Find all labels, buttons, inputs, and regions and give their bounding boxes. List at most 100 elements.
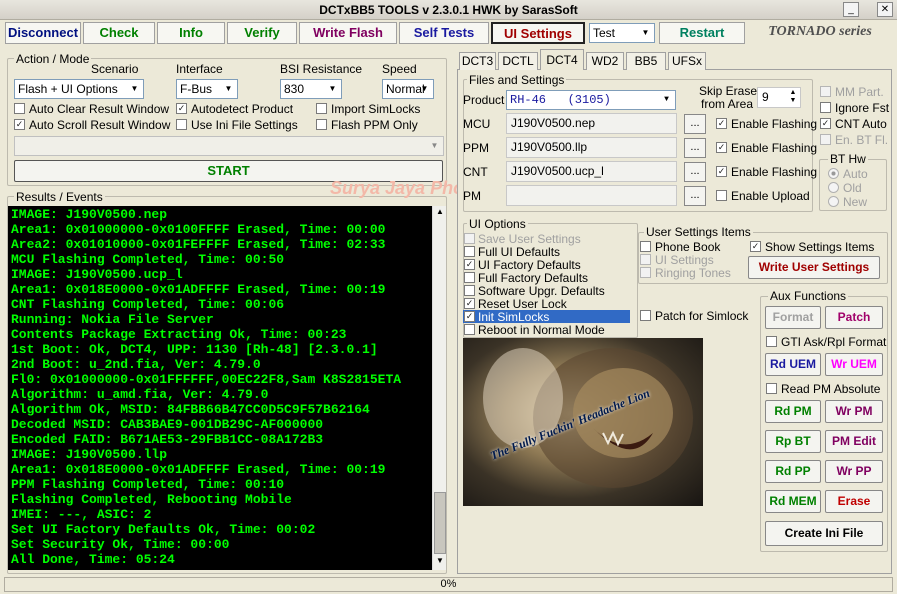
erase-button[interactable]: Erase [825,490,883,513]
cnt-enable-checkbox[interactable]: ✓ [716,166,727,177]
bt-new-radio[interactable] [828,196,839,207]
import-simlocks-checkbox[interactable] [316,103,327,114]
ui-option-checkbox[interactable] [464,324,475,335]
mcu-enable-checkbox[interactable]: ✓ [716,118,727,129]
chevron-down-icon[interactable]: ▼ [127,81,142,97]
scenario-select[interactable]: Flash + UI Options ▼ [14,79,144,99]
info-button[interactable]: Info [157,22,225,44]
auto-scroll-checkbox[interactable]: ✓ [14,119,25,130]
read-pm-abs-checkbox[interactable] [766,383,777,394]
action-mode-label: Action / Mode [14,52,92,66]
product-select[interactable]: RH-46 (3105) ▼ [506,90,676,110]
ui-option-checkbox[interactable]: ✓ [464,311,475,322]
write-flash-button[interactable]: Write Flash [299,22,397,44]
chevron-down-icon[interactable]: ▼ [659,92,674,108]
minimize-icon[interactable]: _ [843,2,859,17]
bsi-select[interactable]: 830 ▼ [280,79,342,99]
log-scrollbar[interactable]: ▲ ▼ [432,206,446,570]
ringing-tones-label: Ringing Tones [655,266,731,280]
log-line: Encoded FAID: B671AE53-29FBB1CC-08A172B3 [11,432,324,447]
write-user-settings-button[interactable]: Write User Settings [748,256,880,279]
flash-ppm-checkbox[interactable] [316,119,327,130]
verify-button[interactable]: Verify [227,22,297,44]
ignore-fst-checkbox[interactable] [820,102,831,113]
self-tests-button[interactable]: Self Tests [399,22,489,44]
tab-bb5[interactable]: BB5 [626,52,666,70]
rd-mem-button[interactable]: Rd MEM [765,490,821,513]
use-ini-checkbox[interactable] [176,119,187,130]
bt-old-radio[interactable] [828,182,839,193]
pm-edit-button[interactable]: PM Edit [825,430,883,453]
tab-wd2[interactable]: WD2 [586,52,624,70]
gti-checkbox[interactable] [766,336,777,347]
log-line: Fl0: 0x01000000-0x01FFFFFF,00EC22F8,Sam … [11,372,402,387]
rd-pp-button[interactable]: Rd PP [765,460,821,483]
tab-dct4[interactable]: DCT4 [540,49,584,70]
auto-clear-checkbox[interactable] [14,103,25,114]
pm-file-field[interactable] [506,185,677,206]
chevron-down-icon[interactable]: ▼ [638,25,653,41]
ui-option-checkbox[interactable] [464,285,475,296]
chevron-down-icon[interactable]: ▼ [221,81,236,97]
chevron-down-icon[interactable]: ▼ [427,138,442,154]
en-bt-fl-checkbox[interactable] [820,134,831,145]
skip-erase-label-2: from Area [701,97,754,111]
model-select[interactable]: ▼ [14,136,444,156]
cnt-browse-button[interactable]: ... [684,162,706,182]
rd-pm-button[interactable]: Rd PM [765,400,821,423]
close-icon[interactable]: ✕ [877,2,893,17]
mcu-browse-button[interactable]: ... [684,114,706,134]
test-combo[interactable]: Test ▼ [589,23,655,43]
tab-dctl[interactable]: DCTL [498,52,538,70]
cnt-auto-checkbox[interactable]: ✓ [820,118,831,129]
rp-bt-button[interactable]: Rp BT [765,430,821,453]
speed-select[interactable]: Normal ▼ [382,79,434,99]
mcu-file-field[interactable]: J190V0500.nep [506,113,677,134]
phone-book-checkbox[interactable] [640,241,651,252]
progress-text: 0% [440,578,457,590]
ui-option-checkbox[interactable] [464,272,475,283]
disconnect-button[interactable]: Disconnect [5,22,81,44]
log-line: IMAGE: J190V0500.llp [11,447,168,462]
patch-button[interactable]: Patch [825,306,883,329]
ui-option-checkbox[interactable] [464,233,475,244]
pm-upload-checkbox[interactable] [716,190,727,201]
skip-erase-spinner[interactable]: 9 ▲ ▼ [757,87,801,108]
restart-button[interactable]: Restart [659,22,745,44]
ui-settings-item-label: UI Settings [655,253,714,267]
ppm-enable-checkbox[interactable]: ✓ [716,142,727,153]
wr-pp-button[interactable]: Wr PP [825,460,883,483]
tab-ufsx[interactable]: UFSx [668,52,706,70]
ui-option-checkbox[interactable] [464,246,475,257]
check-button[interactable]: Check [83,22,155,44]
patch-simlock-checkbox[interactable] [640,310,651,321]
rd-uem-button[interactable]: Rd UEM [765,353,821,376]
tab-dct3[interactable]: DCT3 [459,52,496,70]
mm-part-checkbox[interactable] [820,86,831,97]
spinner-arrows-icon[interactable]: ▲ ▼ [787,89,799,105]
ui-option-checkbox[interactable]: ✓ [464,298,475,309]
scroll-thumb[interactable] [434,492,446,554]
pm-browse-button[interactable]: ... [684,186,706,206]
ui-settings-item-checkbox[interactable] [640,254,651,265]
ppm-browse-button[interactable]: ... [684,138,706,158]
autodetect-checkbox[interactable]: ✓ [176,103,187,114]
scroll-down-icon[interactable]: ▼ [434,556,446,568]
interface-select[interactable]: F-Bus ▼ [176,79,238,99]
create-ini-button[interactable]: Create Ini File [765,521,883,546]
ppm-file-field[interactable]: J190V0500.llp [506,137,677,158]
chevron-down-icon[interactable]: ▼ [325,81,340,97]
ui-option-checkbox[interactable]: ✓ [464,259,475,270]
cnt-file-field[interactable]: J190V0500.ucp_l [506,161,677,182]
format-button[interactable]: Format [765,306,821,329]
show-items-checkbox[interactable]: ✓ [750,241,761,252]
wr-uem-button[interactable]: Wr UEM [825,353,883,376]
chevron-down-icon[interactable]: ▼ [417,81,432,97]
ui-option-label: Full Factory Defaults [478,271,589,285]
ui-settings-button[interactable]: UI Settings [491,22,585,44]
scroll-up-icon[interactable]: ▲ [434,207,446,219]
bt-auto-radio[interactable] [828,168,839,179]
log-line: Algorithm Ok, MSID: 84FBB66B47CC0D5C9F57… [11,402,370,417]
ringing-tones-checkbox[interactable] [640,267,651,278]
wr-pm-button[interactable]: Wr PM [825,400,883,423]
